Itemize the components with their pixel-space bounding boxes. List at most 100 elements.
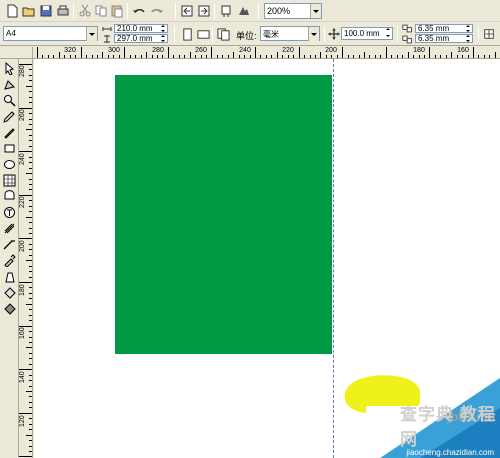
ruler-tick: [135, 55, 137, 58]
ruler-tick: [26, 434, 32, 436]
units-combo[interactable]: 毫米: [260, 26, 320, 41]
ruler-tick: [29, 96, 32, 98]
fill-tool-icon[interactable]: [2, 285, 17, 300]
duplicate-x-spinner[interactable]: [465, 25, 472, 32]
interactive-fill-icon[interactable]: [2, 301, 17, 316]
ruler-tick: [462, 55, 464, 58]
ruler-tick: [325, 55, 327, 58]
ruler-tick: [189, 52, 191, 58]
ruler-tick: [19, 64, 32, 65]
outline-tool-icon[interactable]: [2, 269, 17, 284]
page-height-field[interactable]: 297.0 mm: [114, 34, 168, 43]
horizontal-ruler[interactable]: 320 300 280 260 240 220 200 180 160: [33, 47, 500, 59]
text-tool-icon[interactable]: [2, 205, 17, 220]
ruler-tick: [249, 55, 251, 58]
redo-icon[interactable]: [149, 3, 165, 19]
watermark-url: jiaocheng.chazidian.com: [406, 448, 494, 457]
portrait-icon[interactable]: [180, 27, 194, 41]
ruler-tick: [124, 47, 126, 58]
open-icon[interactable]: [21, 3, 37, 19]
zoom-level-combo[interactable]: 200%: [264, 3, 322, 19]
undo-icon[interactable]: [131, 3, 147, 19]
ellipse-tool-icon[interactable]: [2, 157, 17, 172]
nudge-spinner[interactable]: [385, 28, 392, 39]
chevron-down-icon[interactable]: [308, 27, 319, 41]
shape-tool-icon[interactable]: [2, 77, 17, 92]
page-height-value: 297.0 mm: [117, 34, 153, 43]
basic-shapes-tool-icon[interactable]: [2, 189, 17, 204]
nudge-distance-value: 100.0 mm: [344, 29, 380, 38]
green-rectangle[interactable]: [115, 75, 332, 354]
import-icon[interactable]: [179, 3, 195, 19]
ruler-tick: [69, 55, 71, 58]
copy-icon[interactable]: [93, 3, 109, 19]
ruler-tick: [380, 55, 382, 58]
ruler-label: 240: [19, 153, 26, 165]
ruler-tick: [29, 91, 32, 93]
new-icon[interactable]: [4, 3, 20, 19]
page-size-combo[interactable]: A4: [3, 26, 98, 41]
ruler-tick: [29, 445, 32, 447]
ruler-origin[interactable]: [0, 47, 33, 59]
page-width-field[interactable]: 210.0 mm: [114, 24, 168, 33]
paste-icon[interactable]: [109, 3, 125, 19]
ruler-tick: [19, 194, 32, 196]
ruler-tick: [113, 55, 115, 58]
ruler-tick: [440, 55, 442, 58]
freehand-tool-icon[interactable]: [2, 109, 17, 124]
eyedropper-tool-icon[interactable]: [2, 253, 17, 268]
ruler-tick: [26, 303, 32, 305]
ruler-tick: [413, 55, 414, 58]
ruler-tick: [26, 85, 32, 87]
ruler-tick: [320, 52, 322, 58]
ruler-tick: [29, 374, 32, 376]
ruler-tick: [29, 178, 32, 180]
duplicate-y-field[interactable]: 6.35 mm: [415, 34, 473, 43]
all-pages-icon[interactable]: [216, 27, 230, 41]
smart-fill-tool-icon[interactable]: [2, 125, 17, 140]
vertical-ruler[interactable]: 280 260 240 220 200 180 160 140 120: [19, 59, 33, 458]
ruler-tick: [29, 189, 32, 191]
ruler-tick: [97, 55, 98, 58]
ruler-label: 280: [152, 47, 164, 54]
ruler-tick: [276, 52, 278, 58]
rectangle-tool-icon[interactable]: [2, 141, 17, 156]
ruler-tick: [107, 55, 109, 58]
nudge-distance-field[interactable]: 100.0 mm: [341, 27, 393, 40]
ruler-tick: [205, 55, 207, 58]
duplicate-x-field[interactable]: 6.35 mm: [415, 24, 473, 33]
ruler-tick: [402, 55, 404, 58]
units-value: 毫米: [263, 30, 279, 39]
ruler-label: 280: [19, 65, 26, 77]
ruler-tick: [29, 298, 32, 300]
chevron-down-icon[interactable]: [86, 27, 97, 41]
chevron-down-icon[interactable]: [310, 4, 321, 18]
pick-tool-icon[interactable]: [2, 61, 17, 76]
print-icon[interactable]: [55, 3, 71, 19]
app-launcher-icon[interactable]: [218, 3, 234, 19]
height-spinner[interactable]: [160, 35, 167, 42]
zoom-tool-icon[interactable]: [2, 93, 17, 108]
welcome-icon[interactable]: [236, 3, 252, 19]
ruler-tick: [494, 52, 496, 58]
cut-icon[interactable]: [77, 3, 93, 19]
interactive-blend-icon[interactable]: [2, 237, 17, 252]
drawing-canvas[interactable]: jb51.net 查字典 教程网 jiaocheng.chazidian.com: [34, 59, 500, 458]
ruler-tick: [467, 55, 469, 58]
ruler-tick: [227, 55, 229, 58]
ruler-tick: [195, 55, 196, 58]
export-icon[interactable]: [196, 3, 212, 19]
landscape-icon[interactable]: [196, 27, 210, 41]
save-icon[interactable]: [38, 3, 54, 19]
snap-icon[interactable]: [482, 27, 496, 41]
ruler-tick: [64, 55, 66, 58]
ruler-tick: [26, 129, 32, 131]
ruler-tick: [483, 55, 485, 58]
width-spinner[interactable]: [160, 25, 167, 32]
ruler-tick: [222, 55, 224, 58]
zoom-level-value: 200%: [267, 6, 291, 16]
polygon-tool-icon[interactable]: [2, 173, 17, 188]
table-tool-icon[interactable]: [2, 221, 17, 236]
duplicate-y-spinner[interactable]: [465, 35, 472, 42]
watermark-text: 查字典 教程网: [400, 405, 496, 449]
